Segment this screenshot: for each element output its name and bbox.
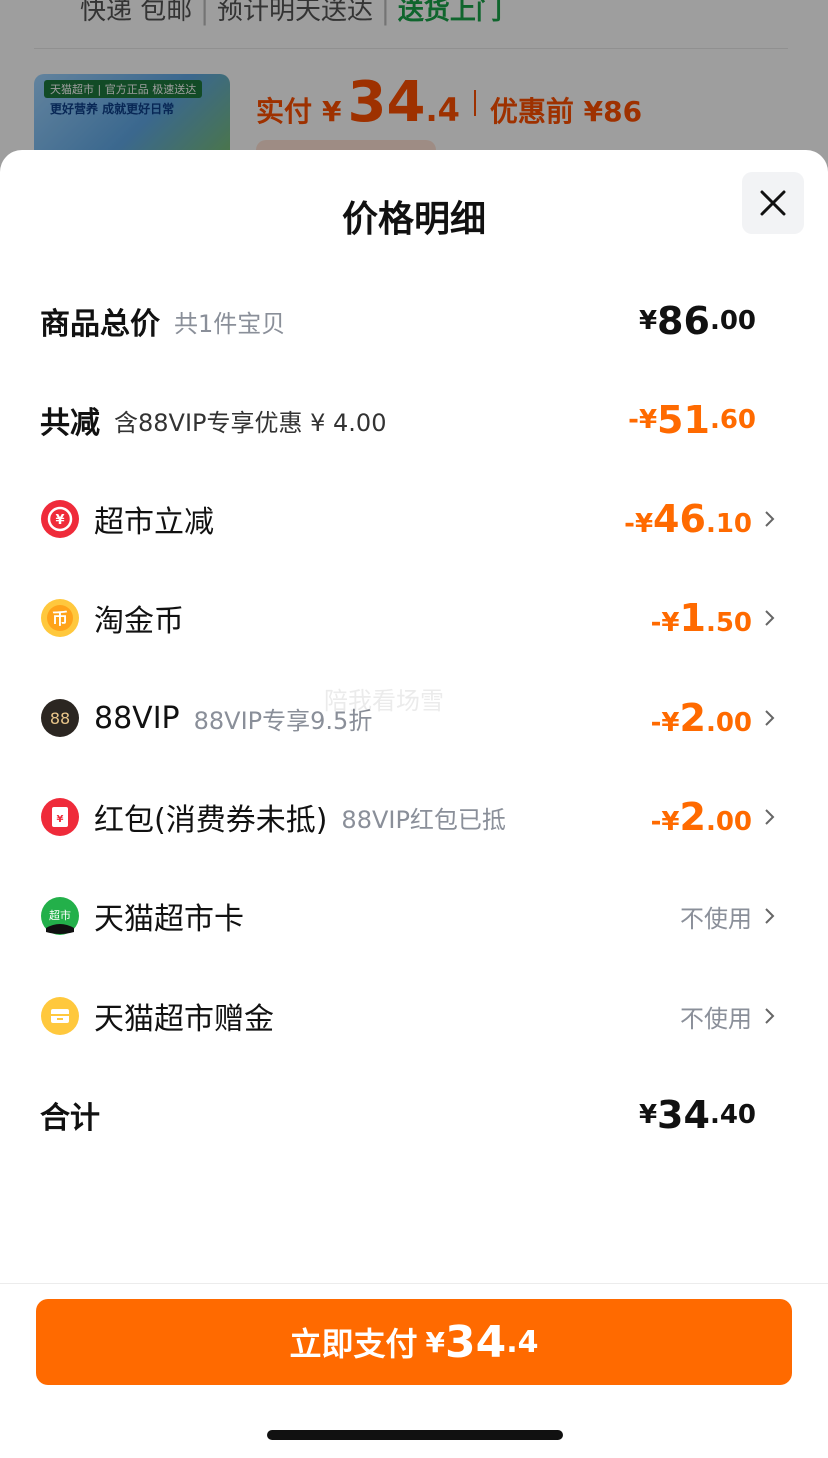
- row-red-envelope[interactable]: ¥ 红包(消费券未抵) 88VIP红包已抵 -¥ 2.00: [40, 787, 780, 847]
- amount-yen: ¥: [638, 306, 658, 336]
- row-label: 天猫超市赠金: [94, 1002, 274, 1037]
- row-gift-money[interactable]: 天猫超市赠金 不使用: [40, 986, 780, 1046]
- row-sub: 含88VIP专享优惠 ¥ 4.00: [114, 408, 387, 437]
- svg-text:超市: 超市: [49, 908, 71, 922]
- row-total-discount: 共减 含88VIP专享优惠 ¥ 4.00 -¥ 51.60: [40, 390, 756, 450]
- amount-int: 51: [657, 398, 710, 442]
- row-action: 不使用: [680, 904, 752, 933]
- chevron-right-icon: [765, 1008, 775, 1024]
- amount-int: 1: [679, 596, 706, 640]
- amount-dec: .00: [705, 807, 752, 837]
- chevron-right-icon: [765, 610, 775, 626]
- row-amount: -¥ 46.10: [624, 497, 752, 541]
- row-label: 天猫超市卡: [94, 902, 244, 937]
- row-label: 商品总价: [40, 307, 160, 342]
- row-label: 88VIP: [94, 700, 180, 736]
- footer-divider: [0, 1283, 828, 1284]
- row-amount: ¥34.40: [639, 1093, 756, 1137]
- amount-dec: .50: [705, 608, 752, 638]
- close-button[interactable]: [742, 172, 804, 234]
- row-label: 合计: [40, 1101, 100, 1136]
- row-amount: -¥ 2.00: [651, 795, 752, 839]
- chevron-right-icon: [765, 710, 775, 726]
- amount-dec: .00: [705, 708, 752, 738]
- row-label: 红包(消费券未抵): [94, 803, 328, 838]
- row-label: 共减: [40, 406, 100, 441]
- row-taojinbi[interactable]: 币 淘金币 -¥ 1.50: [40, 588, 780, 648]
- chevron-right-icon: [765, 809, 775, 825]
- svg-text:¥: ¥: [57, 814, 64, 825]
- amount-dec: .40: [709, 1100, 756, 1130]
- amount-yen: -¥: [650, 807, 680, 837]
- pay-int: 34: [444, 1316, 507, 1368]
- amount-int: 46: [653, 497, 706, 541]
- row-label: 超市立减: [94, 505, 214, 540]
- amount-yen: -¥: [650, 708, 680, 738]
- sheet-title: 价格明细: [341, 199, 486, 240]
- row-label: 淘金币: [94, 604, 184, 639]
- amount-dec: .10: [705, 509, 752, 539]
- amount-int: 2: [679, 795, 706, 839]
- svg-text:88: 88: [50, 709, 70, 728]
- pay-yen: ¥: [425, 1325, 445, 1359]
- row-supermarket-discount[interactable]: ¥ 超市立减 -¥ 46.10: [40, 489, 780, 549]
- pay-now-button[interactable]: 立即支付 ¥ 34 .4: [36, 1299, 792, 1385]
- 88vip-icon: 88: [41, 699, 79, 737]
- amount-dec: .00: [709, 306, 756, 336]
- amount-dec: .60: [709, 405, 756, 435]
- amount-yen: -¥: [628, 405, 658, 435]
- row-amount: -¥ 2.00: [651, 696, 752, 740]
- amount-int: 2: [679, 696, 706, 740]
- close-icon: [760, 190, 786, 216]
- row-grand-total: 合计 ¥34.40: [40, 1085, 756, 1145]
- amount-int: 86: [657, 299, 710, 343]
- price-detail-sheet: 价格明细 商品总价 共1件宝贝 ¥86.00 共减 含88VIP专享优惠 ¥ 4…: [0, 150, 828, 1458]
- row-tmall-card[interactable]: 超市 天猫超市卡 不使用: [40, 886, 780, 946]
- row-goods-total: 商品总价 共1件宝贝 ¥86.00: [40, 291, 756, 351]
- gold-coin-icon: 币: [41, 599, 79, 637]
- row-amount: ¥86.00: [639, 299, 756, 343]
- row-amount: -¥ 51.60: [628, 398, 756, 442]
- home-indicator[interactable]: [267, 1430, 563, 1440]
- gift-money-icon: [41, 997, 79, 1035]
- chevron-right-icon: [765, 908, 775, 924]
- row-amount: -¥ 1.50: [651, 596, 752, 640]
- row-action: 不使用: [680, 1004, 752, 1033]
- red-yuan-coupon-icon: ¥: [41, 500, 79, 538]
- chevron-right-icon: [765, 511, 775, 527]
- pay-label: 立即支付: [289, 1325, 418, 1363]
- amount-yen: -¥: [650, 608, 680, 638]
- pay-dec: .4: [506, 1324, 539, 1360]
- red-envelope-icon: ¥: [41, 798, 79, 836]
- svg-text:币: 币: [52, 609, 68, 628]
- amount-yen: -¥: [624, 509, 654, 539]
- row-sub: 共1件宝贝: [174, 309, 286, 338]
- svg-text:¥: ¥: [55, 513, 64, 528]
- row-sub: 88VIP红包已抵: [341, 805, 506, 834]
- amount-int: 34: [657, 1093, 710, 1137]
- tmall-supermarket-card-icon: 超市: [41, 897, 79, 935]
- amount-yen: ¥: [638, 1100, 658, 1130]
- watermark: 陪我看场雪: [324, 687, 444, 715]
